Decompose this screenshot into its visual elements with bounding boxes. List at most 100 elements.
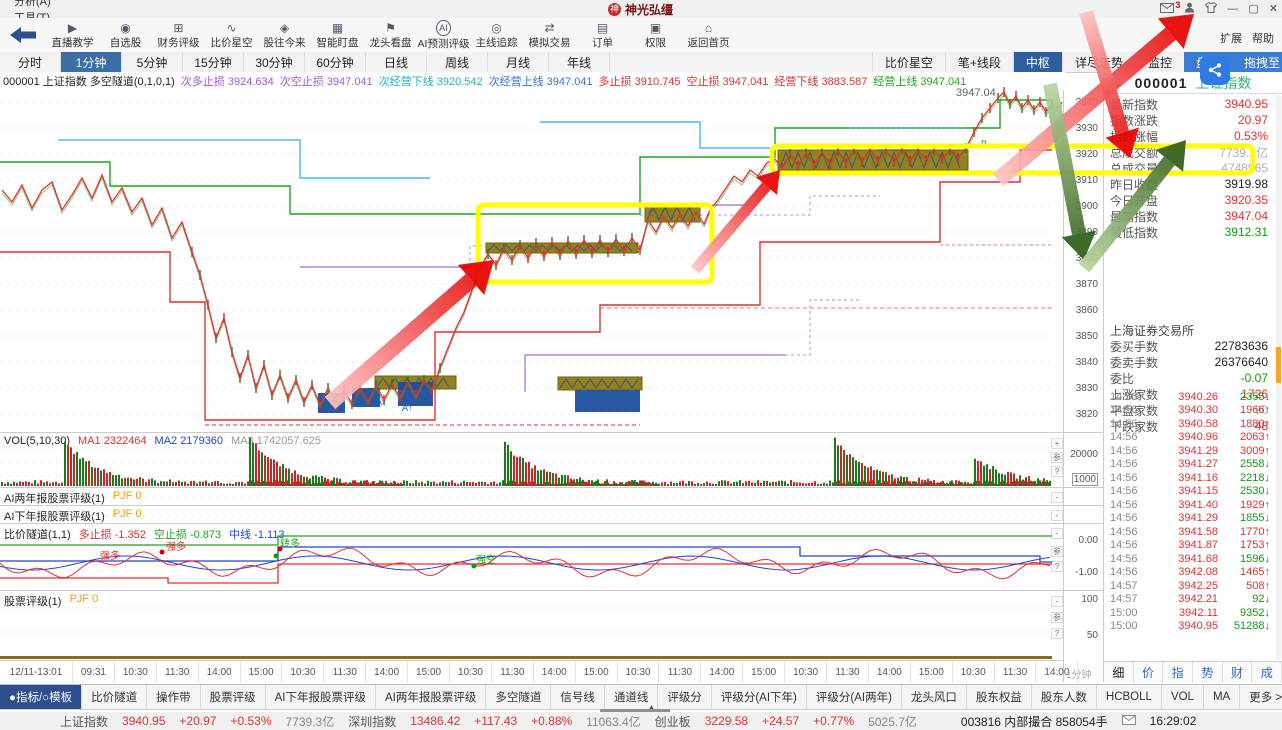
toolbar-button-模拟交易[interactable]: ⇄模拟交易 [523,20,576,51]
indicator-tab-AI两年报股票评级[interactable]: AI两年报股票评级 [376,685,486,709]
time-label: 10:30 [785,661,827,683]
indicator-tab-评级分(AI两年)[interactable]: 评级分(AI两年) [807,685,902,709]
pane-control-?[interactable]: ? [1051,628,1063,639]
period-tab-15分钟[interactable]: 15分钟 [183,52,244,72]
mini-tab-成[interactable]: 成 [1252,662,1282,683]
mode-tab-笔+线段[interactable]: 笔+线段 [945,52,1013,72]
pane-control--[interactable]: - [1051,596,1063,607]
mode-tab-监控[interactable]: 监控 [1135,52,1184,72]
indicator-tab-信号线[interactable]: 信号线 [551,685,605,709]
panel-button-拖拽至[interactable]: 拖拽至 [1232,52,1282,72]
toolbar-button-自选股[interactable]: ◉自选股 [99,20,152,51]
indicator-tab-MA[interactable]: MA [1204,685,1240,709]
panel-scrollbar-thumb[interactable] [1276,347,1281,383]
ai2y-pane-header: AI两年报股票评级(1)PJF 0 [4,490,142,506]
indicator-tab-VOL[interactable]: VOL [1162,685,1204,709]
period-tab-1分钟[interactable]: 1分钟 [61,52,122,72]
mode-tab-中枢[interactable]: 中枢 [1013,52,1062,72]
toolbar-label: 智能盯盘 [317,35,359,50]
back-button[interactable] [0,22,46,48]
pane-control--[interactable]: - [1051,492,1063,503]
info-field-次多止损: 次多止损 3924.634 [181,73,274,89]
period-tab-60分钟[interactable]: 60分钟 [305,52,366,72]
minimize-button[interactable]: — [1227,0,1238,18]
period-tab-周线[interactable]: 周线 [427,52,488,72]
status-index-change: +20.97 [179,714,216,728]
rating-pane-header: 股票评级(1)PJF 0 [4,593,98,609]
quote-row-指数涨幅: 指数涨幅0.53% [1104,128,1276,144]
toolbar-button-主线追踪[interactable]: ◎主线追踪 [470,20,523,51]
indicator-tab-股东人数[interactable]: 股东人数 [1032,685,1097,709]
pane-control--[interactable]: - [1051,510,1063,521]
tick-time: 14:56 [1110,499,1146,511]
indicator-tab-股东权益[interactable]: 股东权益 [967,685,1032,709]
pane-control-参[interactable]: 参 [1051,612,1063,623]
chart-scroll-strip[interactable] [0,656,1052,659]
toolbar-button-股往今来[interactable]: ◈股往今来 [258,20,311,51]
toolbar-button-智能盯盘[interactable]: ▦智能盯盘 [311,20,364,51]
toolbar-button-AI预测评级[interactable]: AIAI预测评级 [417,20,470,51]
main-chart[interactable] [0,90,1063,432]
skin-icon[interactable] [1205,2,1217,16]
indicator-tab-AI下年报股票评级[interactable]: AI下年报股票评级 [266,685,376,709]
indicator-tab-HCBOLL[interactable]: HCBOLL [1097,685,1162,709]
maximize-button[interactable]: ▢ [1248,0,1258,18]
period-tab-日线[interactable]: 日线 [366,52,427,72]
tick-volume: 3009↑ [1218,445,1270,457]
indicator-tab-评级分(AI下年)[interactable]: 评级分(AI下年) [712,685,807,709]
pane-control-?[interactable]: ? [1051,561,1063,572]
mode-tab-比价星空[interactable]: 比价星空 [872,52,945,72]
mail-icon[interactable]: 3 [1160,3,1174,16]
toolbar-button-直播教学[interactable]: ▶直播教学 [46,20,99,51]
mini-tab-细[interactable]: 细 [1104,662,1134,683]
mini-tab-财[interactable]: 财 [1223,662,1253,683]
indicator-tab-多空隧道[interactable]: 多空隧道 [486,685,551,709]
toolbar-button-财务评级[interactable]: ⊞财务评级 [152,20,205,51]
mini-tab-指[interactable]: 指 [1163,662,1193,683]
y-tick-3880: 3880 [1062,253,1098,264]
vol-axis-20000: 20000 [1062,449,1098,460]
pane-control-参[interactable]: 参 [1051,546,1063,557]
share-icon[interactable] [1200,55,1230,85]
mode-tab-详尽走势[interactable]: 详尽走势 [1062,52,1135,72]
vol-pane-header: VOL(5,10,30)MA1 2322464MA2 2179360MA3 17… [4,435,321,447]
tick-row: 14:563941.871753↑ [1104,539,1276,553]
status-mail-icon[interactable] [1122,714,1136,728]
toolbar-button-权限[interactable]: ▣权限 [629,20,682,51]
indicator-tab-龙头风口[interactable]: 龙头风口 [902,685,967,709]
period-tab-5分钟[interactable]: 5分钟 [122,52,183,72]
mini-tab-势[interactable]: 势 [1193,662,1223,683]
pane-control-参[interactable]: 参 [1051,452,1063,463]
menu-item[interactable]: 分析(A) [0,0,65,9]
time-label: 11:30 [659,661,701,683]
period-tab-分时[interactable]: 分时 [0,52,61,72]
indicator-tab-比价隧道[interactable]: 比价隧道 [82,685,147,709]
period-tab-30分钟[interactable]: 30分钟 [244,52,305,72]
time-label: 09:31 [73,661,115,683]
indicator-tab-操作带[interactable]: 操作带 [147,685,201,709]
user-icon[interactable] [1184,2,1195,16]
indicator-tab-评级分[interactable]: 评级分 [658,685,712,709]
period-tab-年线[interactable]: 年线 [549,52,610,72]
tabs-scroll-arrow[interactable]: ▲ [648,704,655,711]
close-button[interactable]: ✕ [1269,0,1278,18]
toolbar-button-订单[interactable]: ▤订单 [576,20,629,51]
toolbar-button-龙头看盘[interactable]: ⚑龙头看盘 [364,20,417,51]
toolbar-button-返回首页[interactable]: ⌂返回首页 [682,20,735,51]
y-tick-3830: 3830 [1062,383,1098,394]
tick-volume: 1770↑ [1218,526,1270,538]
y-tick-3870: 3870 [1062,279,1098,290]
indicator-tab-股票评级[interactable]: 股票评级 [201,685,266,709]
pane-control--[interactable]: - [1051,528,1063,539]
toolbar-button-比价星空[interactable]: ∿比价星空 [205,20,258,51]
indicator-tab-●指标/○模板[interactable]: ●指标/○模板 [0,685,82,709]
indicator-tabs: ●指标/○模板比价隧道操作带股票评级AI下年报股票评级AI两年报股票评级多空隧道… [0,684,1282,710]
indicator-tab-更多 >[interactable]: 更多 > [1240,685,1282,709]
pane-control-?[interactable]: ? [1051,466,1063,477]
mini-tab-价[interactable]: 价 [1134,662,1164,683]
toolbar-link-帮助[interactable]: 帮助 [1252,30,1274,46]
toolbar-link-扩展[interactable]: 扩展 [1220,30,1242,46]
period-tab-月线[interactable]: 月线 [488,52,549,72]
tick-price: 3940.96 [1146,431,1218,443]
pane-control-+[interactable]: + [1051,438,1063,449]
